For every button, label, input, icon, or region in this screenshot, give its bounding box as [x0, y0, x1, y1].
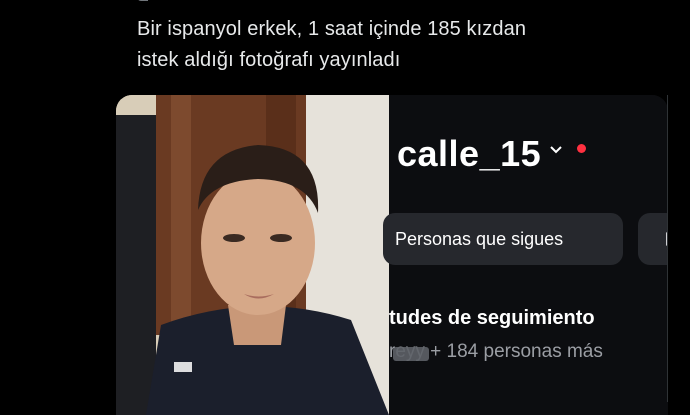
chevron-down-icon — [550, 146, 562, 154]
notification-dot-icon — [577, 144, 586, 153]
tweet-media[interactable]: calle_15 Personas que sigues tudes de se… — [116, 95, 668, 415]
reply-thread-icon — [137, 0, 148, 1]
instagram-screenshot: calle_15 Personas que sigues tudes de se… — [383, 95, 668, 415]
following-button: Personas que sigues — [383, 213, 623, 265]
following-button-label: Personas que sigues — [395, 229, 564, 249]
profile-username: calle_15 — [397, 133, 542, 174]
media-border — [667, 95, 668, 402]
secondary-pill-button — [638, 213, 668, 265]
tweet-text: Bir ispanyol erkek, 1 saat içinde 185 kı… — [137, 14, 657, 76]
selfie-illustration — [116, 95, 389, 415]
follow-requests-title: tudes de seguimiento — [389, 307, 595, 329]
tweet-text-line-1: Bir ispanyol erkek, 1 saat içinde 185 kı… — [137, 18, 527, 40]
selfie-photo[interactable] — [116, 95, 389, 415]
censor-blur — [393, 347, 429, 361]
tweet-text-line-2: istek aldığı fotoğrafı yayınladı — [137, 49, 401, 71]
